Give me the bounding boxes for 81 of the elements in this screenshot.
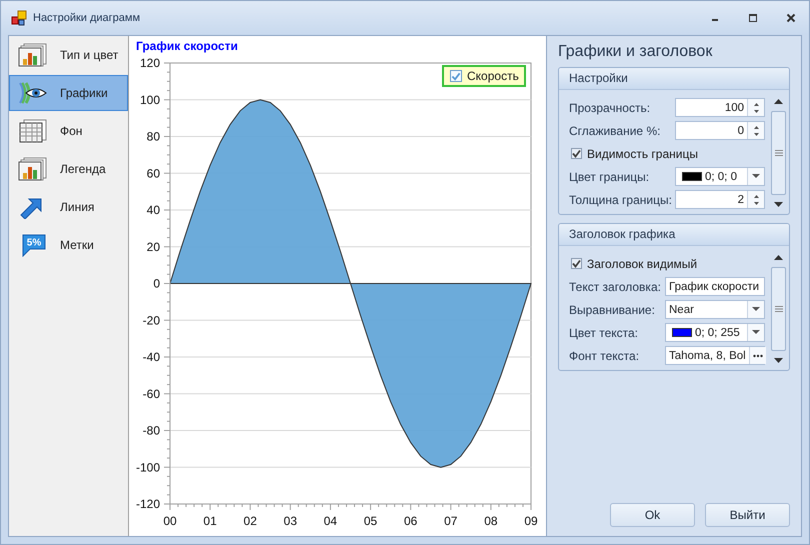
dropdown-icon <box>752 330 760 335</box>
text-field[interactable]: График скорости <box>665 277 765 296</box>
checkbox[interactable] <box>571 258 582 269</box>
y-tick-label: 60 <box>146 166 160 180</box>
y-tick-label: -40 <box>142 350 160 364</box>
checkbox-label: Видимость границы <box>587 146 698 160</box>
legend-label: Скорость <box>467 69 519 83</box>
scroll-thumb[interactable] <box>771 111 786 195</box>
check-icon <box>572 259 581 268</box>
checkbox-label: Заголовок видимый <box>587 256 698 270</box>
panel-title: Графики и заголовок <box>558 43 714 61</box>
maximize-icon <box>748 13 758 23</box>
y-tick-label: -60 <box>142 386 160 401</box>
y-tick-label: -120 <box>136 497 160 511</box>
field-label: Цвет текста: <box>569 326 640 340</box>
group-header: Заголовок графика <box>559 224 789 246</box>
app-icon <box>11 10 27 26</box>
grip-icon <box>774 150 782 156</box>
x-tick-label: 01 <box>203 514 217 528</box>
sidebar-item[interactable]: Легенда <box>9 151 128 187</box>
x-tick-label: 09 <box>524 514 538 528</box>
scroll-up-icon <box>774 99 783 104</box>
sidebar-item[interactable]: 5% Метки <box>9 227 128 263</box>
y-tick-label: -80 <box>142 424 160 438</box>
y-tick-label: 40 <box>146 203 160 217</box>
grid-icon <box>18 119 48 143</box>
x-tick-label: 08 <box>484 514 498 528</box>
dropdown-icon <box>752 174 760 179</box>
x-tick-label: 05 <box>364 514 378 528</box>
x-tick-label: 07 <box>444 514 458 528</box>
window-title: Настройки диаграмм <box>33 12 142 24</box>
y-tick-label: 0 <box>153 276 160 290</box>
y-tick-label: -100 <box>136 460 160 474</box>
close-icon <box>786 13 796 23</box>
scroll-up-icon <box>774 255 783 260</box>
y-tick-label: -20 <box>142 313 160 328</box>
bar-chart-icon <box>18 43 48 67</box>
field-label: Сглаживание %: <box>569 124 662 138</box>
x-tick-label: 00 <box>163 514 177 528</box>
field-label: Прозрачность: <box>569 100 652 114</box>
checkbox[interactable] <box>571 148 582 159</box>
font-field[interactable]: Tahoma, 8, Bol <box>665 346 765 365</box>
dialog-button[interactable]: Выйти <box>705 503 790 527</box>
icon-label: 5% <box>26 238 42 248</box>
scroll-thumb[interactable] <box>771 267 786 351</box>
dropdown-icon <box>752 307 760 312</box>
scroll-down-icon <box>774 358 783 363</box>
field-label: Выравнивание: <box>569 302 656 316</box>
eye-icon <box>18 81 48 105</box>
y-tick-label: 20 <box>146 240 160 254</box>
x-tick-label: 06 <box>404 514 418 528</box>
y-tick-label: 80 <box>146 130 160 144</box>
sidebar-item[interactable]: Графики <box>9 75 128 111</box>
spin-field[interactable]: 100 <box>675 98 765 117</box>
legend-checkbox[interactable] <box>450 70 462 82</box>
check-icon <box>451 70 461 82</box>
sidebar-item[interactable]: Фон <box>9 113 128 149</box>
field-label: Текст заголовка: <box>569 280 662 294</box>
x-tick-label: 04 <box>324 514 338 528</box>
sidebar-item[interactable]: Тип и цвет <box>9 37 128 73</box>
y-tick-label: 100 <box>140 92 160 107</box>
field-label: Толщина границы: <box>569 192 673 206</box>
dropdown-field[interactable]: Near <box>665 300 765 319</box>
y-tick-label: 120 <box>140 56 160 70</box>
dialog-button[interactable]: Ok <box>610 503 695 527</box>
ellipsis-icon <box>752 354 763 358</box>
chart-title: График скорости <box>135 38 239 55</box>
field-label: Цвет границы: <box>569 170 650 184</box>
grip-icon <box>774 306 782 312</box>
bar-chart-icon <box>18 157 48 181</box>
group-header: Настройки <box>559 68 789 90</box>
x-tick-label: 03 <box>284 514 298 528</box>
color-field[interactable]: 0; 0; 255 <box>665 323 765 342</box>
x-tick-label: 02 <box>244 514 257 528</box>
check-icon <box>572 149 581 158</box>
field-label: Фонт текста: <box>569 348 640 362</box>
color-field[interactable]: 0; 0; 0 <box>675 167 765 186</box>
scroll-down-icon <box>774 202 783 207</box>
sidebar-item[interactable]: Линия <box>9 189 128 225</box>
spin-field[interactable]: 0 <box>675 121 765 140</box>
spin-field[interactable]: 2 <box>675 190 765 209</box>
